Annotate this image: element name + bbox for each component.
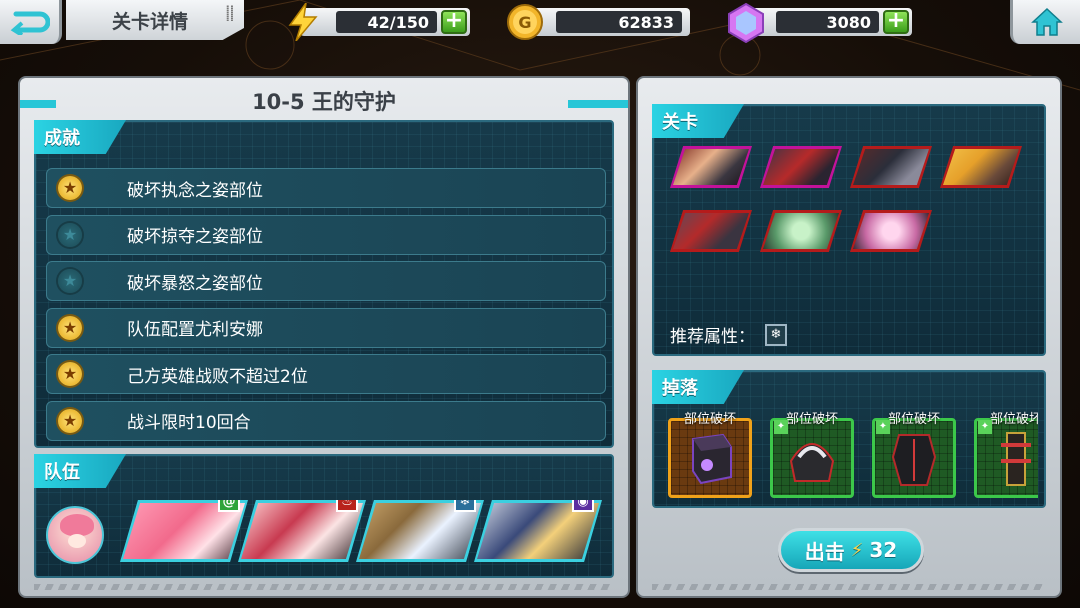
svg-text:G: G (518, 13, 531, 32)
star-icon: ★ (58, 408, 82, 433)
home-button[interactable] (1010, 0, 1080, 44)
drop-item[interactable]: 部位破坏 ✦ (872, 410, 956, 498)
star-icon: ★ (58, 362, 82, 386)
drop-item[interactable]: 部位破坏 ✦ (770, 410, 854, 498)
enemy-portrait[interactable] (670, 210, 752, 252)
recommended-attribute: 推荐属性： ❄ (670, 322, 787, 347)
page-title-text: 关卡详情 (112, 10, 189, 33)
achievements-section: 成就 ★ 破坏执念之姿部位 ★ 破坏掠夺之姿部位 ★ 破坏暴怒之姿部位 ★ 队伍… (34, 120, 614, 448)
star-icon: ★ (58, 176, 82, 200)
achievement-row: ★ 破坏暴怒之姿部位 (46, 261, 606, 301)
attack-button[interactable]: 出击 ⚡ 32 (778, 528, 924, 572)
gem-icon (728, 3, 764, 43)
team-row: @ ♨ ❄ ◉ (46, 500, 606, 566)
drops-label: 掉落 (652, 370, 744, 404)
energy-bolt-icon (288, 3, 318, 41)
enemy-portrait[interactable] (760, 210, 842, 252)
achievement-list: ★ 破坏执念之姿部位 ★ 破坏掠夺之姿部位 ★ 破坏暴怒之姿部位 ★ 队伍配置尤… (46, 168, 606, 447)
back-button[interactable] (0, 0, 62, 44)
achievement-text: 队伍配置尤利安娜 (127, 320, 263, 340)
new-tag-icon: ✦ (774, 420, 788, 434)
energy-value: 42/150 (336, 11, 437, 33)
star-icon: ★ (58, 269, 82, 293)
gold-value: 62833 (556, 11, 682, 33)
element-wind-icon: @ (218, 500, 240, 512)
achievement-text: 战斗限时10回合 (127, 413, 251, 433)
element-ice-icon: ❄ (454, 500, 476, 512)
achievement-text: 破坏掠夺之姿部位 (127, 227, 263, 247)
drop-item[interactable]: 部位破坏 ✦ (974, 410, 1038, 498)
stage-enemies-section: 关卡 推荐属性： ❄ (652, 104, 1046, 356)
new-tag-icon: ✦ (978, 420, 992, 434)
achievement-text: 破坏执念之姿部位 (127, 180, 263, 201)
team-hero-slot[interactable]: @ (120, 500, 248, 562)
achievements-label: 成就 (34, 120, 126, 154)
gold-counter: G 62833 (507, 4, 690, 40)
element-dark-icon: ◉ (572, 500, 594, 512)
add-energy-button[interactable]: + (441, 10, 467, 34)
stage-title: 10-5 王的守护 (252, 90, 396, 114)
stage-info-panel: 关卡 推荐属性： ❄ 掉落 部位破坏 部位破坏 ✦ 部位破坏 ✦ 部位破坏 ✦ … (636, 76, 1062, 598)
star-icon: ★ (58, 315, 82, 340)
attack-button-label: 出击 (804, 539, 845, 564)
leader-avatar[interactable] (46, 506, 104, 564)
grip-icon: ⁞⁞ ⁞⁞ (225, 3, 234, 24)
attack-cost: 32 (869, 538, 898, 562)
element-fire-icon: ♨ (336, 500, 358, 512)
team-section: 队伍 @ ♨ ❄ ◉ (34, 454, 614, 578)
team-label: 队伍 (34, 454, 126, 488)
energy-bolt-icon: ⚡ (850, 539, 864, 561)
add-gems-button[interactable]: + (883, 10, 909, 34)
team-hero-slot[interactable]: ◉ (474, 500, 602, 562)
achievement-row: ★ 破坏执念之姿部位 (46, 168, 606, 208)
gem-value: 3080 (776, 11, 879, 33)
team-hero-slot[interactable]: ♨ (238, 500, 366, 562)
achievement-row: ★ 队伍配置尤利安娜 (46, 307, 606, 348)
enemy-portrait[interactable] (940, 146, 1022, 188)
drop-item-label: 部位破坏 (683, 412, 736, 427)
energy-counter: 42/150 + (288, 3, 470, 41)
drop-item[interactable]: 部位破坏 (668, 410, 752, 498)
achievement-text: 破坏暴怒之姿部位 (127, 273, 263, 294)
ice-attribute-icon: ❄ (765, 323, 787, 346)
enemy-portrait[interactable] (760, 146, 842, 188)
home-icon (1030, 7, 1063, 36)
drop-list: 部位破坏 部位破坏 ✦ 部位破坏 ✦ 部位破坏 ✦ (668, 410, 1038, 498)
enemy-portrait[interactable] (850, 146, 932, 188)
enemy-portrait[interactable] (670, 146, 752, 188)
achievement-text: 己方英雄战败不超过2位 (127, 366, 308, 387)
recommended-attribute-label: 推荐属性： (670, 327, 755, 347)
gold-coin-icon: G (507, 4, 543, 40)
page-title: 关卡详情 ⁞⁞ ⁞⁞ (66, 0, 244, 40)
star-icon: ★ (58, 222, 82, 247)
gem-counter: 3080 + (728, 3, 912, 43)
back-arrow-icon (10, 11, 50, 35)
achievement-row: ★ 战斗限时10回合 (46, 400, 606, 441)
new-tag-icon: ✦ (876, 420, 890, 434)
part-cube-icon (692, 433, 732, 485)
achievement-row: ★ 己方英雄战败不超过2位 (46, 354, 606, 394)
top-bar: 关卡详情 ⁞⁞ ⁞⁞ 42/150 + G 62833 3080 + (0, 0, 1080, 48)
enemy-portrait[interactable] (850, 210, 932, 252)
stage-label: 关卡 (652, 104, 744, 138)
team-hero-slot[interactable]: ❄ (356, 500, 484, 562)
drops-section: 掉落 部位破坏 部位破坏 ✦ 部位破坏 ✦ 部位破坏 ✦ (652, 370, 1046, 508)
stage-detail-panel: 10-5 王的守护 成就 ★ 破坏执念之姿部位 ★ 破坏掠夺之姿部位 ★ 破坏暴… (18, 76, 630, 598)
achievement-row: ★ 破坏掠夺之姿部位 (46, 214, 606, 255)
